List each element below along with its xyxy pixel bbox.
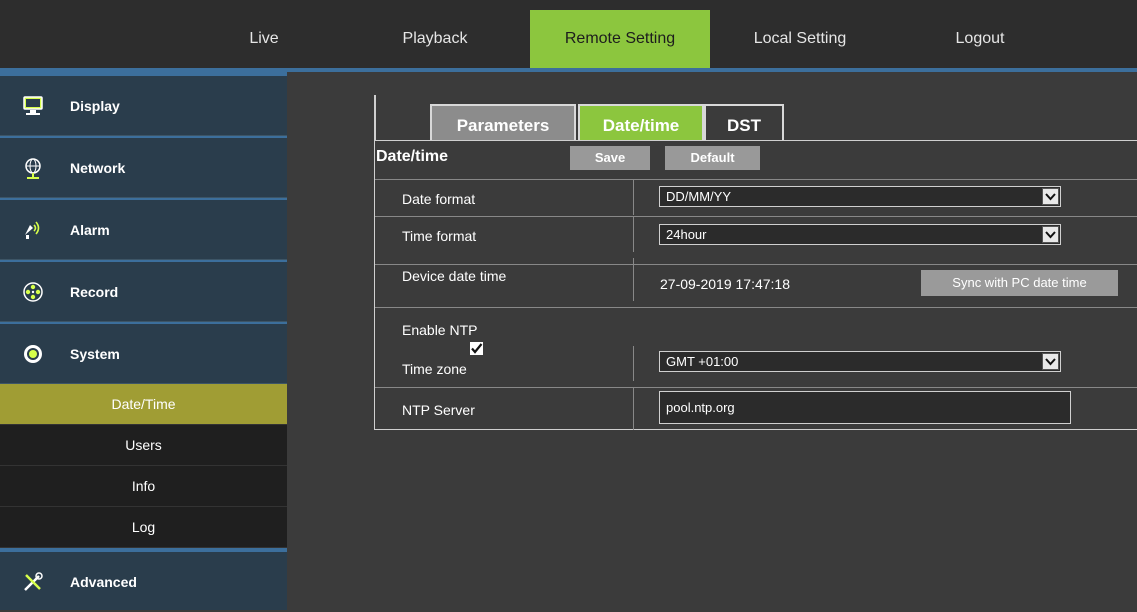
tools-icon	[22, 571, 44, 593]
device-date-time-label: Device date time	[402, 268, 507, 284]
monitor-icon	[22, 95, 44, 117]
ntp-server-label: NTP Server	[402, 402, 475, 418]
date-format-label: Date format	[402, 191, 476, 207]
sidebar-subitem-info[interactable]: Info	[0, 466, 287, 507]
sidebar-item-record[interactable]: Record	[0, 262, 287, 322]
time-zone-value: GMT +01:00	[666, 354, 739, 369]
date-format-value: DD/MM/YY	[666, 189, 731, 204]
tab-bar-edge	[374, 95, 376, 140]
time-zone-label: Time zone	[402, 361, 467, 377]
date-format-select[interactable]: DD/MM/YY	[659, 186, 1061, 207]
sidebar-item-label: Display	[70, 98, 120, 114]
time-format-select[interactable]: 24hour	[659, 224, 1061, 245]
chevron-down-icon	[1042, 353, 1059, 370]
time-format-value: 24hour	[666, 227, 707, 242]
sidebar-item-label: Network	[70, 160, 126, 176]
sidebar-item-label: System	[70, 346, 120, 362]
save-button[interactable]: Save	[570, 146, 650, 170]
tab-parameters[interactable]: Parameters	[430, 104, 576, 140]
device-date-time-value: 27-09-2019 17:47:18	[660, 276, 790, 292]
gear-icon	[22, 343, 44, 365]
panel-title: Date/time	[376, 148, 449, 165]
sidebar-item-system[interactable]: System	[0, 324, 287, 384]
sidebar-item-label: Advanced	[70, 574, 137, 590]
nav-logout[interactable]: Logout	[890, 10, 1070, 68]
row-enable-ntp: Enable NTP	[375, 307, 1137, 343]
ntp-server-input[interactable]: pool.ntp.org	[659, 391, 1071, 424]
sidebar-item-alarm[interactable]: Alarm	[0, 200, 287, 260]
film-reel-icon	[22, 281, 44, 303]
sidebar-subitem-users[interactable]: Users	[0, 425, 287, 466]
default-button[interactable]: Default	[665, 146, 760, 170]
tab-date-time[interactable]: Date/time	[578, 104, 704, 140]
nav-remote-setting[interactable]: Remote Setting	[530, 10, 710, 68]
sidebar-item-network[interactable]: Network	[0, 138, 287, 198]
enable-ntp-label: Enable NTP	[402, 322, 478, 338]
sync-with-pc-button[interactable]: Sync with PC date time	[921, 270, 1118, 296]
nav-local-setting[interactable]: Local Setting	[710, 10, 890, 68]
row-divider	[633, 180, 634, 215]
sidebar-subitem-date-time[interactable]: Date/Time	[0, 384, 287, 425]
globe-icon	[22, 157, 44, 179]
alarm-icon	[22, 219, 44, 241]
row-divider	[633, 217, 634, 252]
row-divider	[633, 388, 634, 430]
sidebar-item-advanced[interactable]: Advanced	[0, 552, 287, 610]
sidebar-item-label: Record	[70, 284, 119, 300]
sidebar-item-label: Alarm	[70, 222, 110, 238]
chevron-down-icon	[1042, 226, 1059, 243]
nav-playback[interactable]: Playback	[340, 10, 530, 68]
time-zone-select[interactable]: GMT +01:00	[659, 351, 1061, 372]
tab-dst[interactable]: DST	[704, 104, 784, 140]
sidebar-subitem-log[interactable]: Log	[0, 507, 287, 548]
row-divider	[633, 258, 634, 301]
chevron-down-icon	[1042, 188, 1059, 205]
time-format-label: Time format	[402, 228, 477, 244]
row-divider	[633, 346, 634, 381]
sidebar-item-display[interactable]: Display	[0, 76, 287, 136]
top-navigation-bar: Live Playback Remote Setting Local Setti…	[0, 0, 1137, 72]
